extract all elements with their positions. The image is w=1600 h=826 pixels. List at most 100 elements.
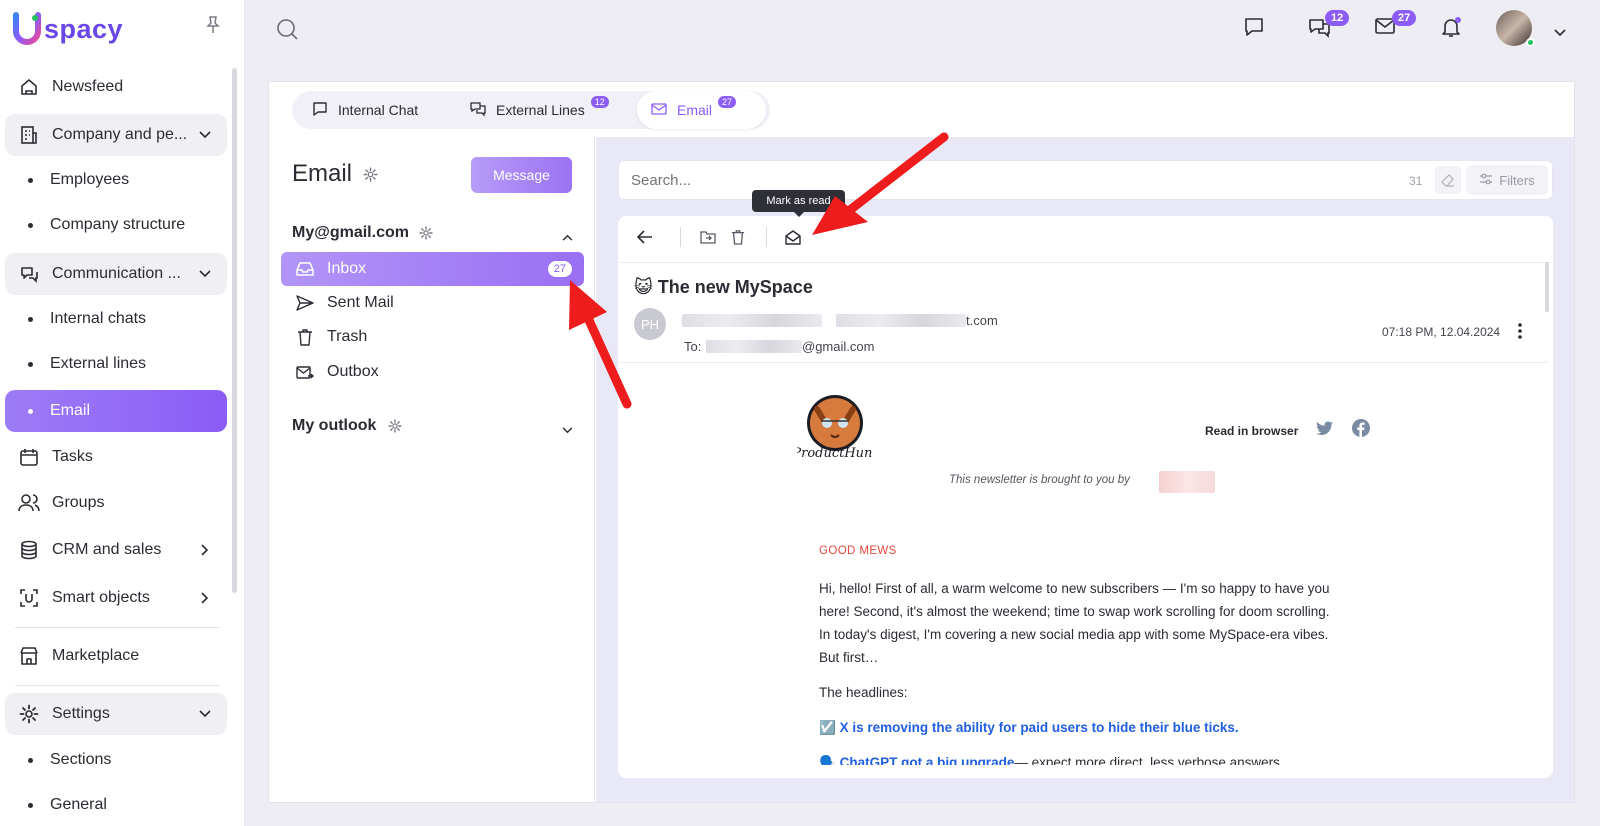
tab-external-lines[interactable]: External Lines 12 [456, 91, 627, 129]
sidebar-item-newsfeed[interactable]: Newsfeed [5, 66, 227, 108]
folder-sent-mail[interactable]: Sent Mail [281, 286, 584, 320]
chevron-down-icon [195, 131, 215, 139]
account-name[interactable]: My@gmail.com [292, 224, 409, 242]
svg-text:ProductHunt: ProductHunt [797, 446, 873, 461]
database-icon [18, 539, 40, 561]
sidebar-item-company[interactable]: Company and pe... [5, 114, 227, 156]
blurred-sender-email [836, 314, 966, 327]
chat-icon[interactable] [1243, 16, 1265, 43]
sidebar-item-crm[interactable]: CRM and sales [5, 529, 227, 571]
sender-avatar: PH [634, 308, 666, 340]
mail-icon [651, 102, 667, 119]
eraser-icon[interactable] [1435, 166, 1461, 194]
gear-icon[interactable] [363, 167, 378, 187]
headline-rest: — expect more direct, less verbose answe… [1014, 755, 1284, 765]
account-name[interactable]: My outlook [292, 417, 376, 435]
communication-icon [18, 263, 40, 285]
sidebar-item-label: Tasks [52, 448, 93, 465]
search-icon[interactable] [276, 18, 298, 45]
building-icon [18, 124, 40, 146]
folder-label: Inbox [327, 260, 367, 277]
sidebar-divider [15, 685, 220, 686]
gear-icon[interactable] [419, 226, 433, 245]
chevron-up-icon[interactable] [562, 228, 573, 246]
message-subject: 😺 The new MySpace [634, 277, 813, 298]
sidebar-item-external-lines[interactable]: External lines [5, 343, 227, 385]
online-status-dot [1526, 38, 1535, 47]
sidebar-item-marketplace[interactable]: Marketplace [5, 635, 227, 677]
filters-label: Filters [1499, 172, 1535, 188]
chevron-down-icon[interactable] [1554, 24, 1566, 42]
tab-label: External Lines [496, 102, 585, 118]
blurred-sponsor-logo [1159, 471, 1215, 493]
chevron-down-icon[interactable] [562, 421, 573, 439]
logo-text: spacy [44, 13, 124, 44]
tab-label: Email [677, 102, 713, 118]
sidebar-item-internal-chats[interactable]: Internal chats [5, 298, 227, 340]
back-arrow-icon[interactable] [636, 230, 653, 249]
chat-badge: 12 [1325, 10, 1350, 26]
sidebar-item-smart-objects[interactable]: Smart objects [5, 577, 227, 619]
sidebar-item-sections[interactable]: Sections [5, 739, 227, 781]
users-icon [18, 492, 40, 514]
headline-link[interactable]: X is removing the ability for paid users… [840, 720, 1239, 735]
to-label: To: [684, 339, 702, 354]
facebook-icon[interactable] [1352, 419, 1370, 442]
chevron-right-icon [195, 592, 215, 604]
trash-icon[interactable] [731, 229, 745, 250]
calendar-icon [18, 446, 40, 468]
page-title: Email [292, 160, 353, 187]
sidebar-item-label: Internal chats [50, 310, 147, 327]
mark-as-read-icon[interactable] [785, 229, 801, 250]
read-in-browser-link[interactable]: Read in browser [1205, 424, 1298, 438]
filters-button[interactable]: Filters [1466, 165, 1548, 195]
sidebar-item-communication[interactable]: Communication ... [5, 253, 227, 295]
tab-email[interactable]: Email 27 [637, 91, 767, 129]
sidebar-item-employees[interactable]: Employees [5, 159, 227, 201]
tab-internal-chat[interactable]: Internal Chat [298, 91, 432, 129]
sidebar-item-settings[interactable]: Settings [5, 693, 227, 735]
twitter-icon[interactable] [1316, 421, 1334, 441]
tab-label: Internal Chat [338, 102, 419, 118]
pin-icon[interactable] [206, 16, 220, 39]
message-button[interactable]: Message [471, 157, 572, 193]
folder-trash[interactable]: Trash [281, 320, 584, 354]
speaking-head-emoji-icon: 🗣️ [819, 755, 836, 765]
more-vertical-icon[interactable] [1518, 323, 1522, 344]
section-label: GOOD MEWS [819, 545, 897, 557]
trash-icon [295, 328, 315, 346]
sidebar-item-label: Company and pe... [52, 126, 188, 143]
move-to-folder-icon[interactable] [700, 230, 716, 249]
toolbar-divider [680, 227, 681, 247]
mark-as-read-tooltip: Mark as read [752, 190, 845, 217]
store-icon [18, 645, 40, 667]
sidebar-item-label: Employees [50, 171, 130, 188]
recipient-suffix: @gmail.com [802, 339, 875, 354]
headline-link[interactable]: ChatGPT got a big upgrade [840, 755, 1015, 765]
sidebar-item-label: Email [50, 402, 91, 419]
sidebar-item-label: Settings [52, 705, 110, 722]
sidebar-item-tasks[interactable]: Tasks [5, 436, 227, 478]
sidebar-item-label: Marketplace [52, 647, 140, 664]
sidebar-scrollbar[interactable] [232, 68, 237, 593]
folder-inbox[interactable]: Inbox 27 [281, 252, 584, 286]
bell-icon[interactable] [1440, 16, 1462, 43]
sidebar-item-company-structure[interactable]: Company structure [5, 204, 227, 246]
gear-icon[interactable] [388, 419, 402, 438]
sidebar-item-label: CRM and sales [52, 541, 162, 558]
sidebar: spacy Newsfeed Company and pe... Employe… [0, 0, 245, 826]
tab-badge: 12 [590, 96, 609, 108]
headline-item: 🗣️ ChatGPT got a big upgrade— expect mor… [819, 751, 1339, 765]
sidebar-item-groups[interactable]: Groups [5, 482, 227, 524]
sidebar-item-label: Communication ... [52, 265, 181, 282]
sponsor-line: This newsletter is brought to you by [949, 474, 1130, 486]
sidebar-divider [15, 627, 220, 628]
folder-outbox[interactable]: Outbox [281, 355, 584, 389]
message-scrollbar[interactable] [1545, 262, 1549, 312]
sidebar-item-general[interactable]: General [5, 784, 227, 826]
chevron-down-icon [195, 270, 215, 278]
sidebar-item-email[interactable]: Email [5, 390, 227, 432]
app-logo[interactable]: spacy [12, 12, 123, 46]
result-count: 31 [1409, 174, 1423, 188]
folder-label: Trash [327, 328, 368, 345]
